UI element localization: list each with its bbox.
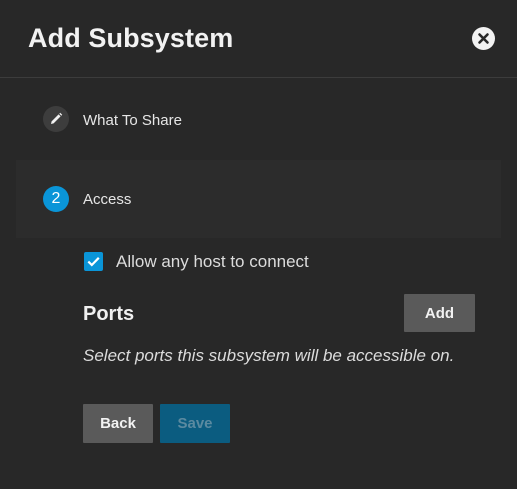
ports-heading: Ports bbox=[83, 303, 135, 325]
step-number: 2 bbox=[43, 186, 69, 212]
dialog-header: Add Subsystem bbox=[0, 0, 517, 78]
add-subsystem-dialog: Add Subsystem What To Share 2 Access All… bbox=[0, 0, 517, 489]
step-label: Access bbox=[83, 191, 132, 208]
dialog-title: Add Subsystem bbox=[28, 23, 234, 53]
add-port-button[interactable]: Add bbox=[404, 294, 475, 332]
ports-hint: Select ports this subsystem will be acce… bbox=[83, 346, 455, 365]
allow-any-host-label: Allow any host to connect bbox=[116, 252, 309, 271]
close-icon[interactable] bbox=[472, 27, 495, 50]
save-button[interactable]: Save bbox=[160, 404, 230, 443]
allow-any-host-checkbox[interactable] bbox=[84, 252, 103, 271]
back-button[interactable]: Back bbox=[83, 404, 153, 443]
step-what-to-share[interactable]: What To Share bbox=[0, 96, 517, 144]
pencil-icon bbox=[43, 106, 69, 132]
step-access[interactable]: 2 Access bbox=[16, 160, 501, 238]
step-label: What To Share bbox=[83, 112, 182, 129]
